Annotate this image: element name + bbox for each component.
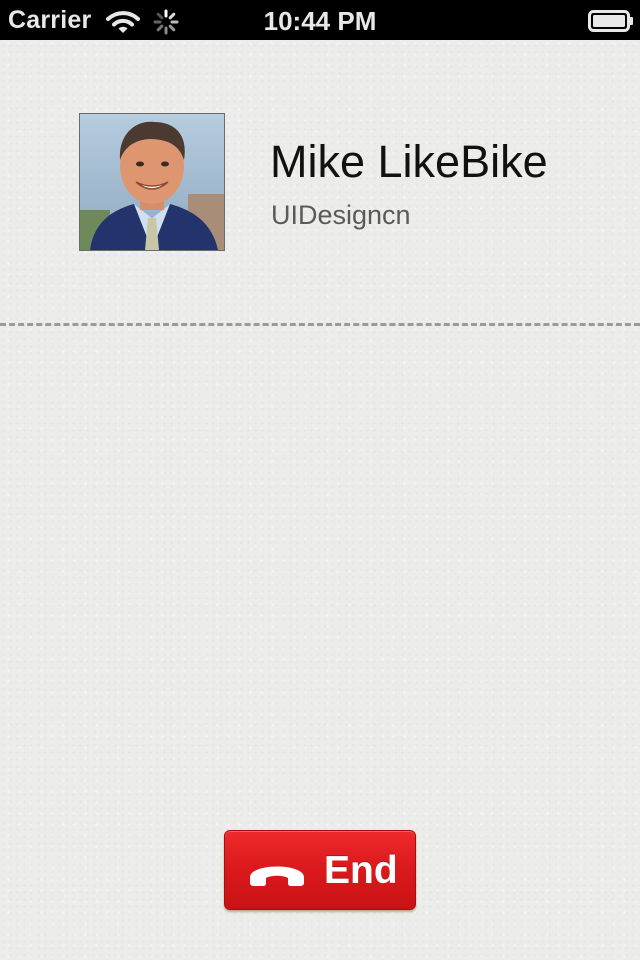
status-time: 10:44 PM [263, 6, 377, 36]
contact-photo [80, 114, 224, 250]
end-call-label: End [324, 849, 398, 892]
contact-company: UIDesigncn [271, 200, 411, 230]
divider [0, 323, 640, 326]
contact-avatar [79, 113, 225, 251]
status-bar: Carrier 10:44 PM [0, 0, 640, 40]
contact-name: Mike LikeBike [270, 136, 548, 187]
phone-hangup-icon [250, 866, 304, 886]
end-call-button[interactable]: End [224, 830, 416, 910]
battery-icon [588, 10, 633, 32]
